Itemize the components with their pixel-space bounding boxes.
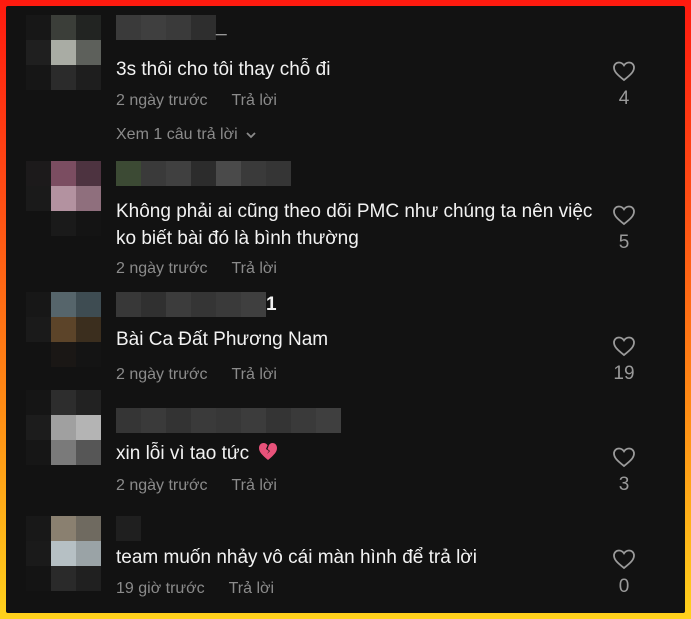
comment-meta: 2 ngày trước Trả lời: [116, 92, 277, 110]
like-button[interactable]: 19: [606, 335, 642, 385]
username-pixelated[interactable]: [116, 516, 141, 541]
like-button[interactable]: 3: [606, 446, 642, 496]
comment-text: xin lỗi vì tao tức: [116, 440, 596, 467]
heart-icon: [613, 336, 635, 357]
comment-timestamp: 2 ngày trước: [116, 92, 208, 109]
broken-heart-icon: [259, 443, 278, 460]
like-button[interactable]: 5: [606, 204, 642, 254]
username-suffix: 1: [266, 294, 277, 315]
comment-text: Không phải ai cũng theo dõi PMC như chún…: [116, 201, 593, 249]
reply-button[interactable]: Trả lời: [231, 260, 276, 278]
heart-icon: [613, 61, 635, 82]
comment-timestamp: 2 ngày trước: [116, 366, 208, 383]
heart-icon: [613, 205, 635, 226]
view-replies-label: Xem 1 câu trả lời: [116, 126, 238, 143]
reply-button[interactable]: Trả lời: [231, 92, 276, 110]
comment-text: 3s thôi cho tôi thay chỗ đi: [116, 59, 331, 80]
comment-meta: 2 ngày trước Trả lời: [116, 477, 277, 495]
like-count: 19: [613, 363, 635, 384]
like-count: 4: [618, 88, 630, 109]
username-pixelated[interactable]: [116, 408, 341, 433]
comment-timestamp: 2 ngày trước: [116, 477, 208, 494]
username-pixelated[interactable]: 1: [116, 292, 277, 317]
username-suffix: _: [216, 17, 227, 38]
like-button[interactable]: 0: [606, 548, 642, 598]
comment-timestamp: 2 ngày trước: [116, 260, 208, 277]
like-button[interactable]: 4: [606, 60, 642, 110]
comment-timestamp: 19 giờ trước: [116, 580, 205, 597]
reply-button[interactable]: Trả lời: [229, 580, 274, 598]
view-replies-button[interactable]: Xem 1 câu trả lời: [116, 126, 258, 144]
avatar[interactable]: [26, 390, 101, 465]
avatar[interactable]: [26, 292, 101, 367]
avatar[interactable]: [26, 516, 101, 591]
comment-meta: 2 ngày trước Trả lời: [116, 260, 277, 278]
heart-icon: [613, 549, 635, 570]
comment-meta: 2 ngày trước Trả lời: [116, 366, 277, 384]
comment-text: Bài Ca Đất Phương Nam: [116, 329, 329, 350]
comment-text: team muốn nhảy vô cái màn hình để trả lờ…: [116, 547, 477, 568]
username-pixelated[interactable]: [116, 161, 291, 186]
like-count: 0: [618, 576, 630, 597]
comment-text-content: xin lỗi vì tao tức: [116, 443, 250, 464]
comment-meta: 19 giờ trước Trả lời: [116, 580, 274, 598]
avatar[interactable]: [26, 15, 101, 90]
reply-button[interactable]: Trả lời: [231, 366, 276, 384]
like-count: 5: [618, 232, 630, 253]
username-pixelated[interactable]: _: [116, 15, 227, 40]
heart-icon: [613, 447, 635, 468]
chevron-down-icon: [246, 132, 256, 139]
reply-button[interactable]: Trả lời: [231, 477, 276, 495]
avatar[interactable]: [26, 161, 101, 236]
like-count: 3: [618, 474, 630, 495]
comment-list-panel: _ 3s thôi cho tôi thay chỗ đi 2 ngày trư…: [6, 6, 685, 613]
